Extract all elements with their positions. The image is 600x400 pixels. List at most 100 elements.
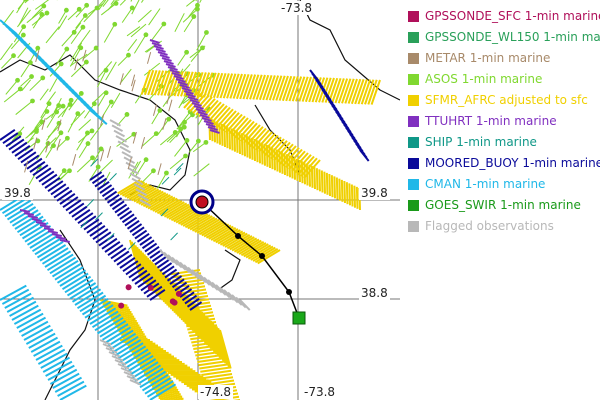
legend-label: TTUHRT 1-min marine — [425, 114, 557, 128]
ship-wind-barb — [109, 173, 117, 181]
flagged-wind-barb — [111, 124, 124, 132]
legend-item[interactable]: CMAN 1-min marine — [408, 174, 545, 194]
buoy-wind-barb — [89, 225, 106, 237]
metar-wind-barb — [56, 138, 61, 151]
asos-wind-barb — [76, 157, 93, 173]
sfmr-wind-barb — [313, 166, 316, 190]
sfmr-wind-barb — [223, 124, 226, 148]
asos-wind-barb — [70, 42, 83, 62]
asos-station-dot — [44, 10, 50, 16]
asos-station-dot — [93, 45, 99, 51]
asos-station-dot — [34, 129, 39, 134]
legend-label: Flagged observations — [425, 219, 554, 233]
asos-wind-barb — [99, 101, 112, 121]
asos-wind-barb — [103, 24, 116, 43]
lon-label-neg-74-8: -74.8 — [198, 385, 234, 399]
buoy-wind-barb — [113, 250, 130, 263]
sfmr-wind-barb — [263, 143, 266, 166]
asos-wind-barb — [130, 0, 133, 2]
legend-item[interactable]: SHIP 1-min marine — [408, 132, 537, 152]
sfmr-wind-barb — [255, 140, 259, 163]
metar-wind-barb — [24, 160, 29, 173]
asos-station-dot — [58, 61, 64, 67]
asos-station-dot — [204, 30, 209, 35]
asos-wind-barb — [121, 7, 133, 23]
buoy-wind-barb — [38, 170, 55, 183]
buoy-wind-barb — [68, 202, 85, 215]
buoy-wind-barb — [74, 209, 91, 221]
asos-station-dot — [68, 97, 74, 103]
gpssonde-marker — [147, 284, 154, 291]
sfmr-wind-barb — [350, 184, 354, 207]
asos-station-dot — [64, 135, 70, 141]
legend-swatch — [408, 31, 419, 43]
asos-wind-barb — [49, 78, 58, 93]
asos-wind-barb — [0, 43, 13, 61]
storm-center-marker[interactable] — [195, 195, 209, 209]
legend-item[interactable]: MOORED_BUOY 1-min marine — [408, 153, 600, 173]
lat-label-38-8: 38.8 — [359, 286, 390, 300]
sfmr-wind-barb — [243, 134, 246, 157]
asos-station-dot — [143, 32, 149, 38]
asos-station-dot — [103, 90, 109, 96]
sfmr-wind-barb — [273, 148, 276, 171]
asos-station-dot — [157, 108, 163, 113]
buoy-wind-barb — [56, 189, 73, 202]
asos-station-dot — [113, 1, 119, 6]
asos-wind-barb — [183, 16, 195, 33]
sfmr-wind-barb — [305, 163, 309, 186]
legend-item[interactable]: GPSSONDE_SFC 1-min marine — [408, 6, 600, 26]
legend-label: GOES_SWIR 1-min marine — [425, 198, 581, 212]
gpssonde-marker — [175, 290, 182, 297]
legend-panel: GPSSONDE_SFC 1-min marine GPSSONDE_WL150 … — [402, 0, 600, 400]
gpssonde-marker — [169, 298, 176, 305]
legend-item[interactable]: TTUHRT 1-min marine — [408, 111, 557, 131]
legend-item[interactable]: ASOS 1-min marine — [408, 69, 542, 89]
asos-station-dot — [46, 101, 52, 107]
sfmr-wind-barb — [290, 156, 294, 179]
ttuhrt-wind-barb — [161, 57, 172, 62]
sfmr-wind-barb — [333, 176, 336, 199]
legend-swatch — [408, 115, 419, 127]
legend-item[interactable]: SFMR_AFRC adjusted to sfc — [408, 90, 588, 110]
buoy-wind-barb — [5, 135, 22, 148]
asos-wind-barb — [78, 119, 92, 131]
sfmr-wind-barb — [278, 150, 281, 173]
buoy-wind-barb — [14, 145, 31, 157]
sfmr-wind-barb — [265, 144, 269, 167]
asos-station-dot — [151, 168, 156, 174]
lon-label-neg-73-8: -73.8 — [302, 385, 338, 399]
track-endpoint-marker[interactable] — [292, 311, 306, 325]
asos-wind-barb — [127, 38, 138, 52]
map-panel[interactable]: 39.8 39.8 38.8 -73.8 -74.8 -73.8 — [0, 0, 400, 400]
metar-wind-barb — [140, 137, 146, 149]
buoy-wind-barb — [359, 149, 370, 162]
wind-observation-display: 39.8 39.8 38.8 -73.8 -74.8 -73.8 GPSSOND… — [0, 0, 600, 400]
asos-station-dot — [15, 77, 20, 83]
legend-item[interactable]: GPSSONDE_WL150 1-min marine — [408, 27, 600, 47]
sfmr-wind-barb — [245, 135, 249, 158]
buoy-wind-barb — [44, 177, 61, 189]
asos-station-dot — [84, 2, 90, 8]
asos-station-dot — [172, 130, 178, 135]
legend-label: GPSSONDE_WL150 1-min marine — [425, 30, 600, 44]
sfmr-wind-barb — [268, 145, 271, 169]
legend-item[interactable]: Flagged observations — [408, 216, 554, 236]
asos-station-dot — [61, 168, 67, 174]
buoy-wind-barb — [11, 141, 28, 154]
sfmr-wind-barb — [320, 170, 324, 193]
legend-item[interactable]: GOES_SWIR 1-min marine — [408, 195, 581, 215]
asos-station-dot — [124, 112, 130, 117]
asos-wind-barb — [151, 23, 165, 40]
gpssonde-marker — [118, 302, 125, 309]
asos-station-dot — [85, 130, 90, 136]
legend-item[interactable]: METAR 1-min marine — [408, 48, 550, 68]
map-canvas[interactable] — [0, 0, 400, 400]
flagged-wind-barb — [119, 145, 132, 154]
legend-swatch — [408, 73, 419, 85]
legend-swatch — [408, 157, 419, 169]
sfmr-wind-barb — [343, 180, 346, 204]
asos-station-dot — [21, 24, 27, 30]
buoy-wind-barb — [59, 193, 76, 205]
lat-label-39-8-right: 39.8 — [359, 186, 390, 200]
